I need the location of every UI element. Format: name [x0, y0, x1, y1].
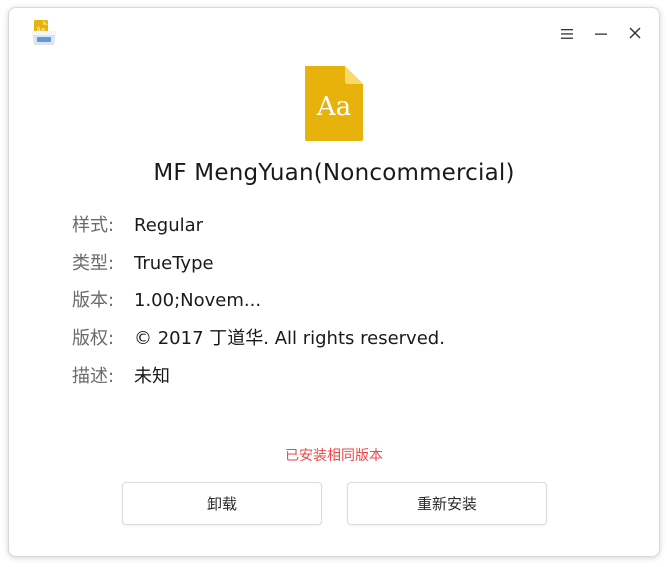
info-row-description: 描述: 未知 [72, 365, 170, 389]
info-row-style: 样式: Regular [72, 214, 203, 238]
info-row-type: 类型: TrueType [72, 252, 214, 276]
info-label-copyright: 版权: [72, 328, 115, 349]
info-value-version: 1.00;Novem... [134, 290, 262, 311]
info-value-type: TrueType [134, 253, 214, 274]
info-value-copyright: © 2017 丁道华. All rights reserved. [134, 328, 445, 349]
info-label-type: 类型: [72, 253, 115, 274]
info-value-style: Regular [134, 215, 204, 236]
close-button[interactable] [622, 21, 648, 47]
uninstall-button[interactable]: 卸载 [122, 482, 322, 525]
reinstall-button[interactable]: 重新安装 [347, 482, 547, 525]
install-status-text: 已安装相同版本 [285, 448, 383, 464]
close-icon [628, 25, 642, 44]
app-icon: Aa [29, 18, 59, 48]
info-label-version: 版本: [72, 290, 115, 311]
font-installer-window: Aa Aa MF MengYuan(Noncommercial) 样式: Reg… [8, 7, 660, 557]
info-row-copyright: 版权: © 2017 丁道华. All rights reserved. [72, 327, 445, 351]
minimize-icon [594, 25, 608, 44]
info-row-version: 版本: 1.00;Novem... [72, 289, 261, 313]
minimize-button[interactable] [588, 21, 614, 47]
font-file-icon: Aa [303, 66, 365, 141]
font-icon-text: Aa [316, 92, 351, 122]
menu-button[interactable] [554, 21, 580, 47]
info-value-description: 未知 [134, 366, 170, 387]
info-label-description: 描述: [72, 366, 115, 387]
font-name-title: MF MengYuan(Noncommercial) [153, 160, 515, 186]
info-label-style: 样式: [72, 215, 115, 236]
menu-icon [560, 25, 574, 44]
